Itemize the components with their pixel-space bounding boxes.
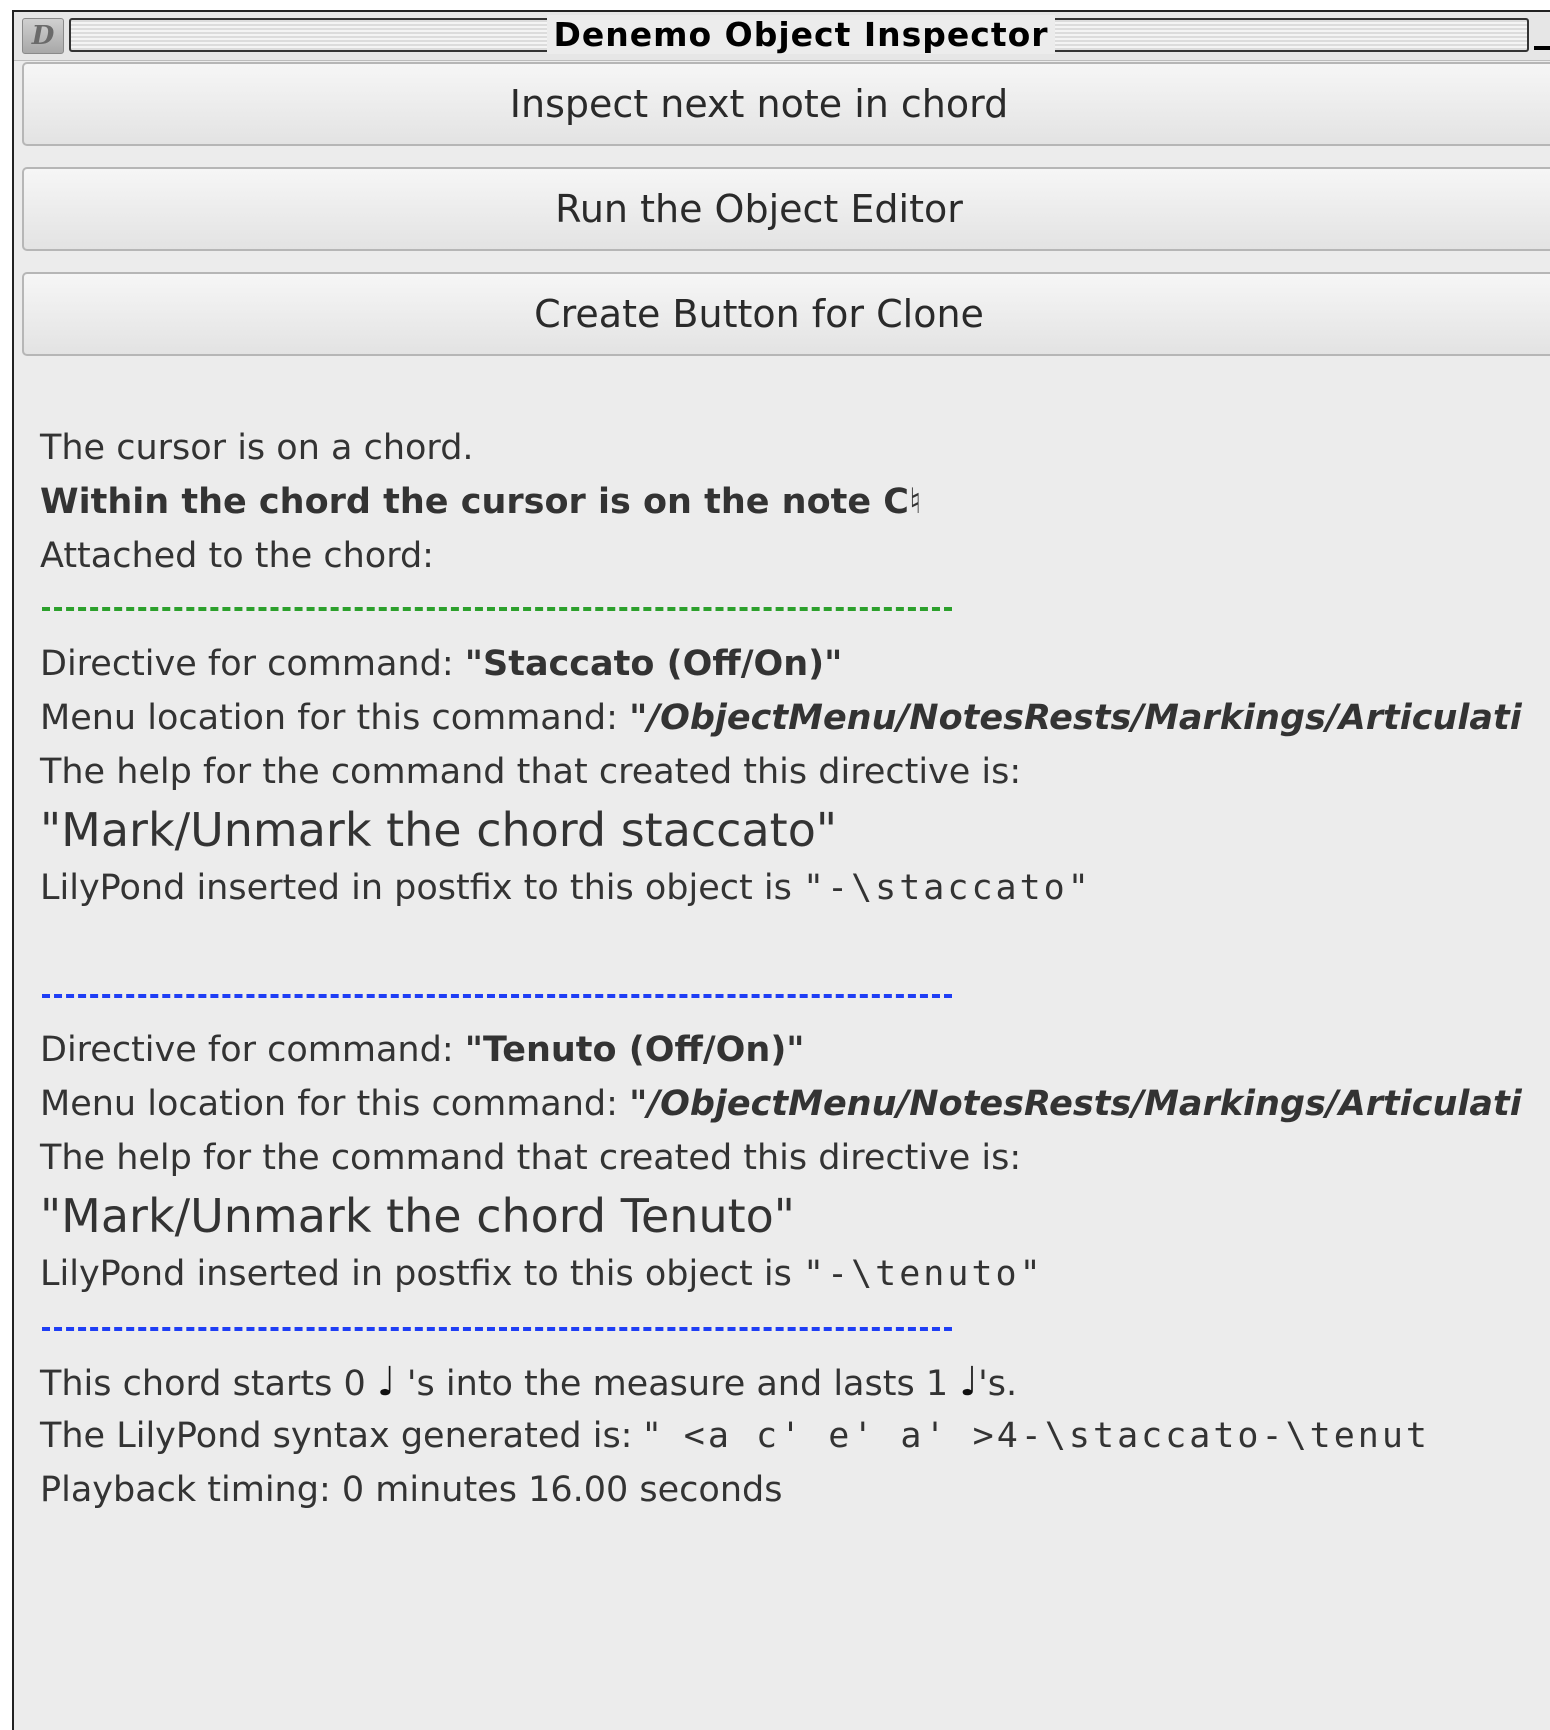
title-strip[interactable]: Denemo Object Inspector (69, 15, 1531, 54)
run-object-editor-label: Run the Object Editor (555, 187, 963, 231)
directive-lilypond-prefix: LilyPond inserted in postfix to this obj… (40, 1254, 803, 1294)
directive-help-intro: The help for the command that created th… (40, 1138, 1022, 1178)
directive-help-intro: The help for the command that created th… (40, 752, 1022, 792)
directive-menu-line: Menu location for this command: "/Object… (40, 1082, 1522, 1126)
create-clone-button[interactable]: Create Button for Clone (22, 272, 1550, 356)
directive-command-line: Directive for command: "Tenuto (Off/On)" (40, 1028, 805, 1072)
minimize-icon[interactable] (1530, 22, 1550, 52)
chord-timing-line: This chord starts 0 ♩ 's into the measur… (40, 1360, 1017, 1406)
quarter-note-icon: ♩ (376, 1359, 396, 1405)
create-clone-label: Create Button for Clone (534, 292, 984, 336)
denemo-app-icon[interactable]: D (22, 18, 64, 54)
directive-help-text: "Mark/Unmark the chord staccato" (40, 803, 838, 857)
directive-menu-line: Menu location for this command: "/Object… (40, 696, 1522, 740)
directive-menu-path: "/ObjectMenu/NotesRests/Markings/Articul… (629, 698, 1522, 738)
chord-note-text: Within the chord the cursor is on the no… (40, 482, 922, 522)
directive-lilypond-value: "-\tenuto" (802, 1254, 1044, 1294)
directive-command-prefix: Directive for command: (40, 644, 465, 684)
separator-blue (42, 1327, 952, 1331)
timing-suffix: 's. (978, 1364, 1018, 1404)
directive-lilypond-line: LilyPond inserted in postfix to this obj… (40, 866, 1092, 910)
attached-label: Attached to the chord: (40, 536, 434, 576)
quarter-note-icon: ♩ (959, 1359, 979, 1405)
directive-command-name: "Staccato (Off/On)" (464, 644, 843, 684)
timing-prefix: This chord starts 0 (40, 1364, 377, 1404)
window-title: Denemo Object Inspector (71, 15, 1531, 54)
separator-blue (42, 994, 952, 998)
directive-menu-path: "/ObjectMenu/NotesRests/Markings/Articul… (629, 1084, 1522, 1124)
directive-lilypond-prefix: LilyPond inserted in postfix to this obj… (40, 868, 803, 908)
syntax-value: <a c' e' a' >4-\staccato-\tenut (659, 1416, 1430, 1456)
directive-help-text: "Mark/Unmark the chord Tenuto" (40, 1189, 795, 1243)
directive-command-name: "Tenuto (Off/On)" (464, 1030, 805, 1070)
title-bar[interactable]: D Denemo Object Inspector (14, 12, 1550, 61)
cursor-status-text: The cursor is on a chord. (40, 428, 474, 468)
timing-mid: 's into the measure and lasts 1 (395, 1364, 960, 1404)
directive-lilypond-line: LilyPond inserted in postfix to this obj… (40, 1252, 1044, 1296)
directive-menu-prefix: Menu location for this command: (40, 698, 630, 738)
inspect-next-note-label: Inspect next note in chord (509, 82, 1009, 126)
run-object-editor-button[interactable]: Run the Object Editor (22, 167, 1550, 251)
separator-green (42, 607, 952, 611)
playback-timing-text: Playback timing: 0 minutes 16.00 seconds (40, 1470, 783, 1510)
inspect-next-note-button[interactable]: Inspect next note in chord (22, 62, 1550, 146)
directive-menu-prefix: Menu location for this command: (40, 1084, 630, 1124)
directive-command-prefix: Directive for command: (40, 1030, 465, 1070)
syntax-prefix: The LilyPond syntax generated is: " (40, 1416, 660, 1456)
inspector-window: D Denemo Object Inspector Inspect next n… (12, 10, 1550, 1730)
directive-command-line: Directive for command: "Staccato (Off/On… (40, 642, 842, 686)
lilypond-syntax-line: The LilyPond syntax generated is: " <a c… (40, 1414, 1430, 1458)
directive-lilypond-value: "-\staccato" (802, 868, 1092, 908)
